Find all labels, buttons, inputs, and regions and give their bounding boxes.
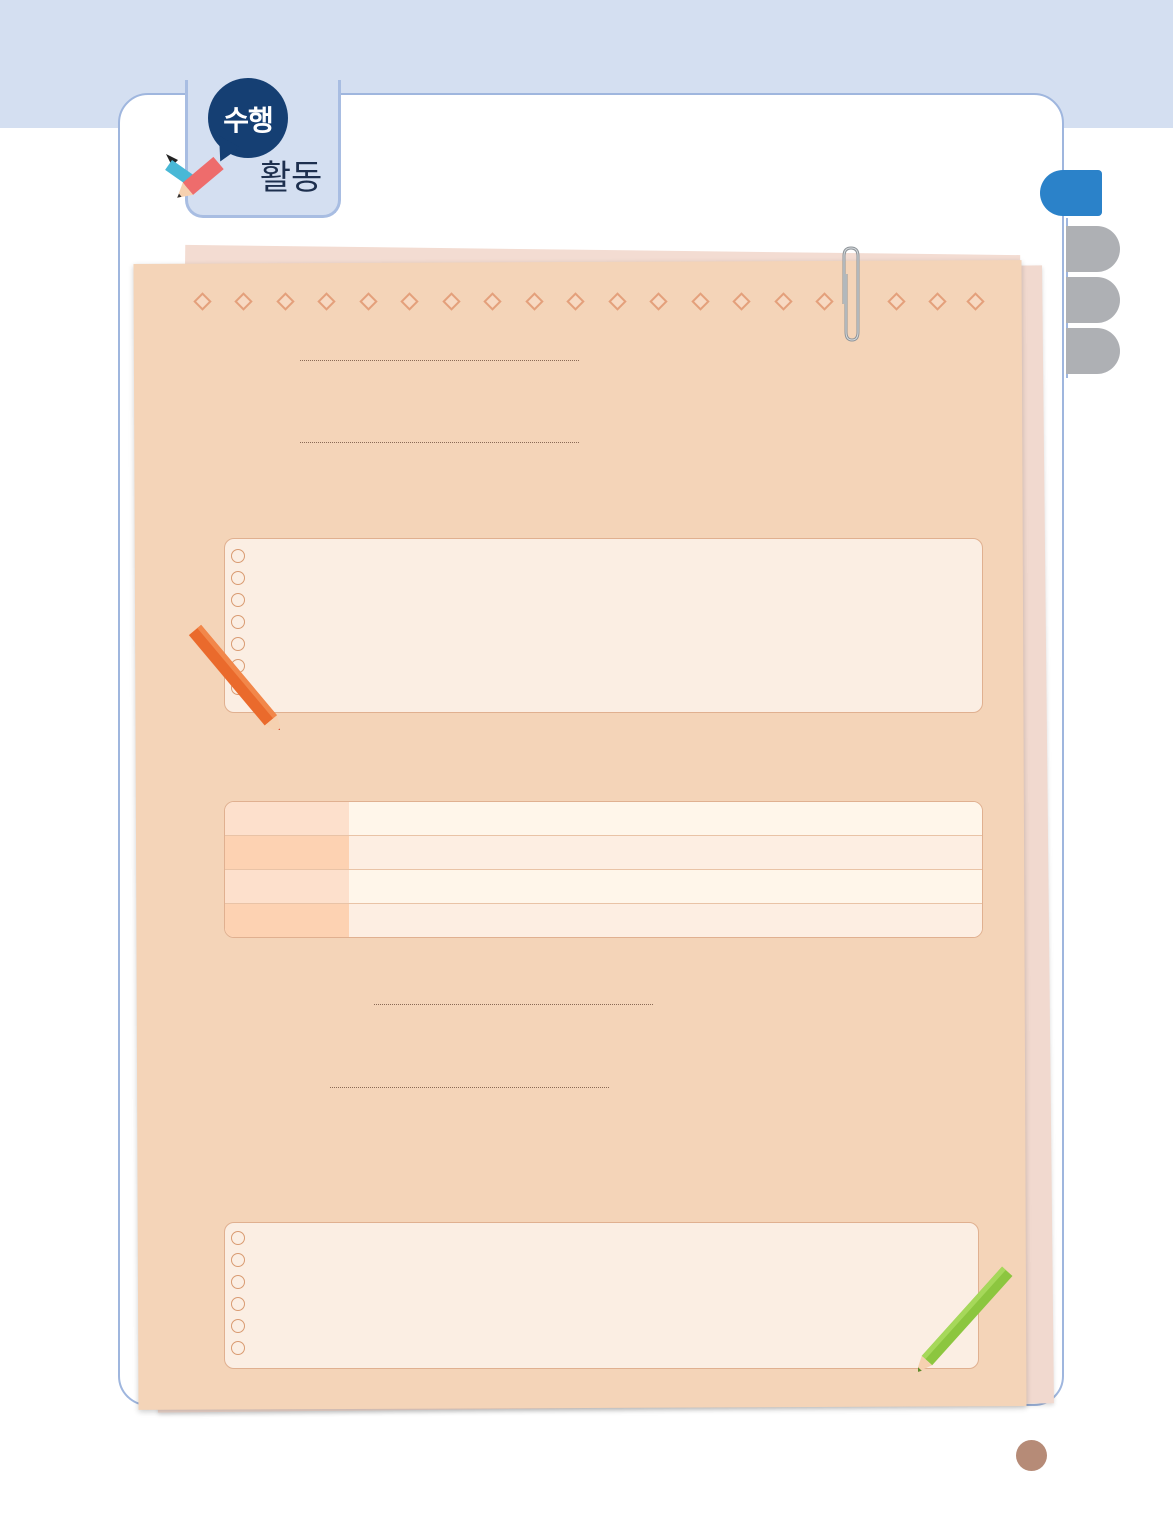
diamond-icon (774, 292, 793, 311)
worksheet-table (224, 801, 983, 938)
notebook-ring (231, 571, 245, 585)
diamond-border-row (190, 292, 990, 315)
table-header-cell[interactable] (225, 802, 349, 835)
diamond-icon (317, 292, 336, 311)
table-header-cell[interactable] (225, 836, 349, 869)
notebook-ring (231, 593, 245, 607)
diamond-icon (815, 292, 834, 311)
diamond-icon (234, 292, 253, 311)
table-row (225, 904, 982, 937)
diamond-icon (566, 292, 585, 311)
pencil-icon (165, 154, 224, 198)
side-tab-4[interactable] (1066, 328, 1120, 374)
notebook-ring (231, 1231, 245, 1245)
side-tab-2[interactable] (1066, 226, 1120, 272)
notebook-ring (231, 1297, 245, 1311)
diamond-icon (525, 292, 544, 311)
diamond-icon (483, 292, 502, 311)
diamond-icon (193, 292, 212, 311)
badge-title-line2: 활동 (259, 158, 323, 198)
orange-pencil-icon (188, 624, 280, 730)
table-header-cell[interactable] (225, 904, 349, 937)
table-row (225, 802, 982, 836)
paperclip-icon (842, 246, 860, 342)
diamond-icon (649, 292, 668, 311)
table-header-cell[interactable] (225, 870, 349, 903)
side-tab-1[interactable] (1040, 170, 1102, 216)
notebook-ring (231, 1341, 245, 1355)
notebook-ring (231, 549, 245, 563)
table-cell[interactable] (349, 870, 982, 903)
diamond-icon (442, 292, 461, 311)
diamond-icon (359, 292, 378, 311)
writing-box-2[interactable] (224, 1222, 979, 1369)
table-row (225, 836, 982, 870)
diamond-icon (966, 292, 985, 311)
badge-title-line1: 수행 (223, 104, 274, 137)
table-row (225, 870, 982, 904)
answer-line-2[interactable] (300, 442, 579, 443)
diamond-icon (276, 292, 295, 311)
notebook-ring (231, 1275, 245, 1289)
diamond-icon (608, 292, 627, 311)
answer-line-1[interactable] (300, 360, 579, 361)
green-pencil-icon (918, 1266, 1013, 1373)
table-cell[interactable] (349, 836, 982, 869)
diamond-icon (732, 292, 751, 311)
diamond-icon (887, 292, 906, 311)
answer-line-3[interactable] (374, 1004, 653, 1005)
side-tab-3[interactable] (1066, 277, 1120, 323)
diamond-icon (928, 292, 947, 311)
answer-line-4[interactable] (330, 1087, 609, 1088)
table-cell[interactable] (349, 802, 982, 835)
writing-box-1[interactable] (224, 538, 983, 713)
notebook-ring (231, 1253, 245, 1267)
page-marker-dot (1016, 1440, 1047, 1471)
diamond-icon (691, 292, 710, 311)
notebook-ring (231, 1319, 245, 1333)
diamond-icon (400, 292, 419, 311)
table-cell[interactable] (349, 904, 982, 937)
